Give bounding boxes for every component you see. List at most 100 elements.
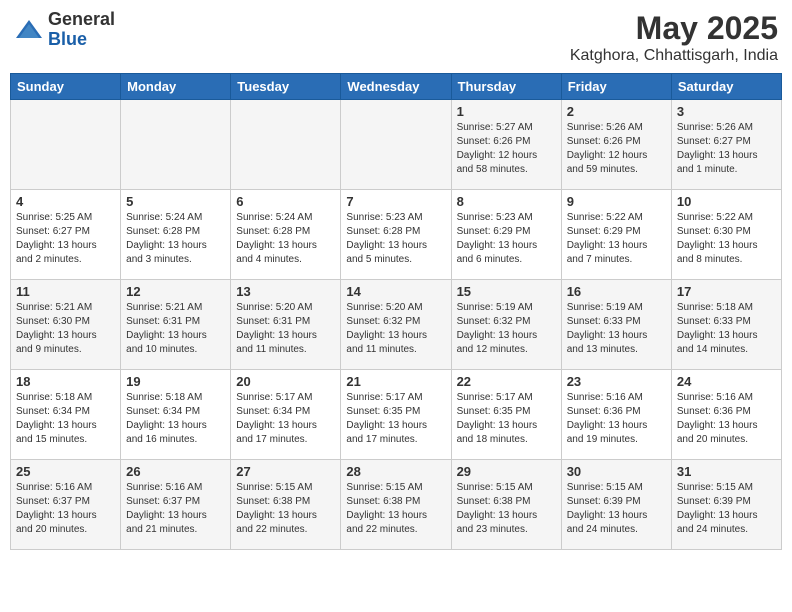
day-number: 13: [236, 284, 335, 299]
day-number: 14: [346, 284, 445, 299]
day-number: 28: [346, 464, 445, 479]
logo-general-text: General: [48, 9, 115, 29]
calendar-week-row: 11 Sunrise: 5:21 AM Sunset: 6:30 PM Dayli…: [11, 280, 782, 370]
weekday-header: Thursday: [451, 74, 561, 100]
day-info: Sunrise: 5:21 AM Sunset: 6:30 PM Dayligh…: [16, 301, 115, 357]
day-info: Sunrise: 5:22 AM Sunset: 6:29 PM Dayligh…: [567, 211, 666, 267]
day-info: Sunrise: 5:16 AM Sunset: 6:36 PM Dayligh…: [677, 391, 776, 447]
day-info: Sunrise: 5:17 AM Sunset: 6:34 PM Dayligh…: [236, 391, 335, 447]
day-number: 27: [236, 464, 335, 479]
month-title: May 2025: [570, 10, 778, 47]
calendar-cell: 29 Sunrise: 5:15 AM Sunset: 6:38 PM Dayli…: [451, 460, 561, 550]
weekday-header: Tuesday: [231, 74, 341, 100]
logo-blue-text: Blue: [48, 29, 87, 49]
weekday-header: Monday: [121, 74, 231, 100]
day-number: 15: [457, 284, 556, 299]
calendar-cell: 13 Sunrise: 5:20 AM Sunset: 6:31 PM Dayli…: [231, 280, 341, 370]
calendar-cell: 21 Sunrise: 5:17 AM Sunset: 6:35 PM Dayli…: [341, 370, 451, 460]
day-info: Sunrise: 5:15 AM Sunset: 6:38 PM Dayligh…: [236, 481, 335, 537]
calendar-cell: 16 Sunrise: 5:19 AM Sunset: 6:33 PM Dayli…: [561, 280, 671, 370]
day-number: 25: [16, 464, 115, 479]
calendar-cell: 28 Sunrise: 5:15 AM Sunset: 6:38 PM Dayli…: [341, 460, 451, 550]
day-info: Sunrise: 5:18 AM Sunset: 6:34 PM Dayligh…: [16, 391, 115, 447]
calendar-header-row: SundayMondayTuesdayWednesdayThursdayFrid…: [11, 74, 782, 100]
day-number: 26: [126, 464, 225, 479]
day-info: Sunrise: 5:26 AM Sunset: 6:27 PM Dayligh…: [677, 121, 776, 177]
header: General Blue May 2025 Katghora, Chhattis…: [10, 10, 782, 65]
day-number: 3: [677, 104, 776, 119]
day-number: 20: [236, 374, 335, 389]
day-number: 9: [567, 194, 666, 209]
day-info: Sunrise: 5:15 AM Sunset: 6:38 PM Dayligh…: [457, 481, 556, 537]
title-area: May 2025 Katghora, Chhattisgarh, India: [570, 10, 778, 65]
day-number: 6: [236, 194, 335, 209]
day-info: Sunrise: 5:19 AM Sunset: 6:33 PM Dayligh…: [567, 301, 666, 357]
day-info: Sunrise: 5:23 AM Sunset: 6:28 PM Dayligh…: [346, 211, 445, 267]
day-info: Sunrise: 5:26 AM Sunset: 6:26 PM Dayligh…: [567, 121, 666, 177]
calendar-cell: [341, 100, 451, 190]
day-number: 7: [346, 194, 445, 209]
day-number: 18: [16, 374, 115, 389]
day-number: 17: [677, 284, 776, 299]
calendar-cell: 23Sunrise: 5:16 AM Sunset: 6:36 PM Dayli…: [561, 370, 671, 460]
calendar-cell: 24 Sunrise: 5:16 AM Sunset: 6:36 PM Dayli…: [671, 370, 781, 460]
day-number: 2: [567, 104, 666, 119]
weekday-header: Saturday: [671, 74, 781, 100]
calendar-cell: 10Sunrise: 5:22 AM Sunset: 6:30 PM Dayli…: [671, 190, 781, 280]
day-number: 24: [677, 374, 776, 389]
calendar-cell: 4 Sunrise: 5:25 AM Sunset: 6:27 PM Daylig…: [11, 190, 121, 280]
day-info: Sunrise: 5:15 AM Sunset: 6:39 PM Dayligh…: [567, 481, 666, 537]
calendar-cell: 25 Sunrise: 5:16 AM Sunset: 6:37 PM Dayli…: [11, 460, 121, 550]
calendar-cell: 27 Sunrise: 5:15 AM Sunset: 6:38 PM Dayli…: [231, 460, 341, 550]
day-info: Sunrise: 5:15 AM Sunset: 6:39 PM Dayligh…: [677, 481, 776, 537]
day-info: Sunrise: 5:20 AM Sunset: 6:32 PM Dayligh…: [346, 301, 445, 357]
day-number: 19: [126, 374, 225, 389]
day-number: 23: [567, 374, 666, 389]
day-number: 16: [567, 284, 666, 299]
day-info: Sunrise: 5:18 AM Sunset: 6:33 PM Dayligh…: [677, 301, 776, 357]
calendar-cell: 8Sunrise: 5:23 AM Sunset: 6:29 PM Daylig…: [451, 190, 561, 280]
day-info: Sunrise: 5:16 AM Sunset: 6:37 PM Dayligh…: [16, 481, 115, 537]
day-number: 11: [16, 284, 115, 299]
calendar-week-row: 1 Sunrise: 5:27 AM Sunset: 6:26 PM Daylig…: [11, 100, 782, 190]
calendar-cell: 17 Sunrise: 5:18 AM Sunset: 6:33 PM Dayli…: [671, 280, 781, 370]
logo: General Blue: [14, 10, 115, 50]
calendar-cell: [11, 100, 121, 190]
day-info: Sunrise: 5:24 AM Sunset: 6:28 PM Dayligh…: [126, 211, 225, 267]
day-info: Sunrise: 5:17 AM Sunset: 6:35 PM Dayligh…: [346, 391, 445, 447]
day-number: 21: [346, 374, 445, 389]
calendar-cell: 9 Sunrise: 5:22 AM Sunset: 6:29 PM Daylig…: [561, 190, 671, 280]
day-info: Sunrise: 5:16 AM Sunset: 6:37 PM Dayligh…: [126, 481, 225, 537]
weekday-header: Sunday: [11, 74, 121, 100]
day-number: 10: [677, 194, 776, 209]
day-number: 4: [16, 194, 115, 209]
day-number: 22: [457, 374, 556, 389]
calendar-cell: 6 Sunrise: 5:24 AM Sunset: 6:28 PM Daylig…: [231, 190, 341, 280]
day-info: Sunrise: 5:24 AM Sunset: 6:28 PM Dayligh…: [236, 211, 335, 267]
day-info: Sunrise: 5:27 AM Sunset: 6:26 PM Dayligh…: [457, 121, 556, 177]
day-number: 8: [457, 194, 556, 209]
day-number: 31: [677, 464, 776, 479]
calendar-cell: [121, 100, 231, 190]
calendar-cell: 11 Sunrise: 5:21 AM Sunset: 6:30 PM Dayli…: [11, 280, 121, 370]
calendar-cell: 20 Sunrise: 5:17 AM Sunset: 6:34 PM Dayli…: [231, 370, 341, 460]
calendar-cell: 18 Sunrise: 5:18 AM Sunset: 6:34 PM Dayli…: [11, 370, 121, 460]
day-number: 29: [457, 464, 556, 479]
calendar-cell: 26 Sunrise: 5:16 AM Sunset: 6:37 PM Dayli…: [121, 460, 231, 550]
day-number: 1: [457, 104, 556, 119]
location-title: Katghora, Chhattisgarh, India: [570, 47, 778, 65]
calendar-cell: 5Sunrise: 5:24 AM Sunset: 6:28 PM Daylig…: [121, 190, 231, 280]
weekday-header: Friday: [561, 74, 671, 100]
calendar-week-row: 4 Sunrise: 5:25 AM Sunset: 6:27 PM Daylig…: [11, 190, 782, 280]
calendar-table: SundayMondayTuesdayWednesdayThursdayFrid…: [10, 73, 782, 550]
calendar-week-row: 25 Sunrise: 5:16 AM Sunset: 6:37 PM Dayli…: [11, 460, 782, 550]
day-info: Sunrise: 5:20 AM Sunset: 6:31 PM Dayligh…: [236, 301, 335, 357]
calendar-cell: 7 Sunrise: 5:23 AM Sunset: 6:28 PM Daylig…: [341, 190, 451, 280]
day-info: Sunrise: 5:15 AM Sunset: 6:38 PM Dayligh…: [346, 481, 445, 537]
calendar-cell: 19 Sunrise: 5:18 AM Sunset: 6:34 PM Dayli…: [121, 370, 231, 460]
calendar-cell: 22Sunrise: 5:17 AM Sunset: 6:35 PM Dayli…: [451, 370, 561, 460]
day-info: Sunrise: 5:25 AM Sunset: 6:27 PM Dayligh…: [16, 211, 115, 267]
day-info: Sunrise: 5:18 AM Sunset: 6:34 PM Dayligh…: [126, 391, 225, 447]
calendar-cell: 31 Sunrise: 5:15 AM Sunset: 6:39 PM Dayli…: [671, 460, 781, 550]
calendar-week-row: 18 Sunrise: 5:18 AM Sunset: 6:34 PM Dayli…: [11, 370, 782, 460]
